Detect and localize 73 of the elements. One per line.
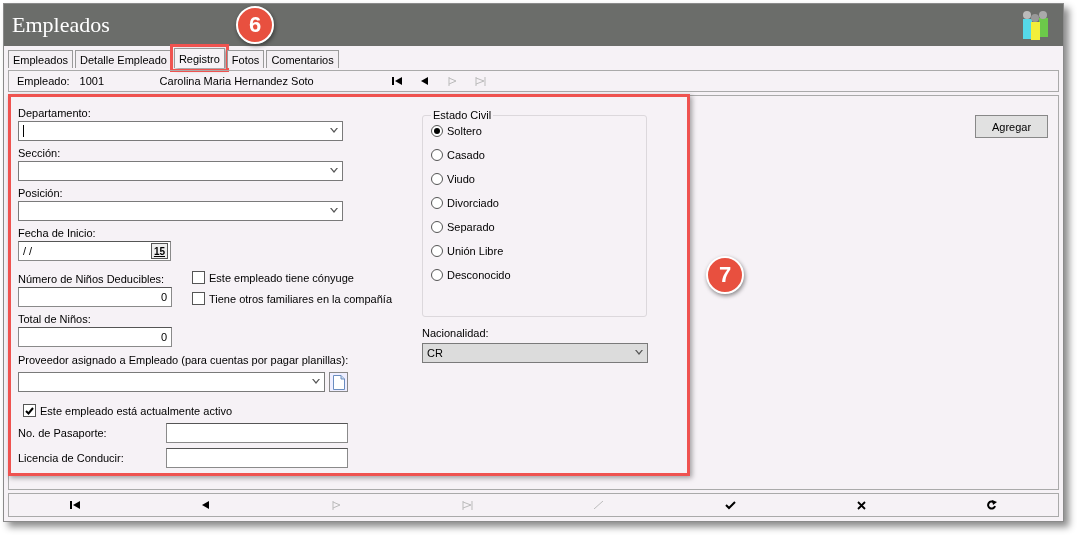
document-icon xyxy=(332,374,345,390)
radio-label: Casado xyxy=(447,149,485,161)
window-title: Empleados xyxy=(12,12,110,38)
dropdown-arrow-icon[interactable] xyxy=(635,350,643,356)
checkmark-icon xyxy=(724,500,736,510)
first-record-icon xyxy=(69,501,80,509)
radio-button[interactable] xyxy=(431,173,443,185)
text-cursor-icon xyxy=(23,125,25,137)
radio-label: Desconocido xyxy=(447,269,511,281)
radio-label: Soltero xyxy=(447,125,482,137)
radio-button[interactable] xyxy=(431,125,443,137)
checkbox[interactable] xyxy=(192,292,205,305)
section-dropdown[interactable] xyxy=(18,161,343,181)
next-record-icon xyxy=(332,500,342,510)
number-field[interactable]: 0 xyxy=(18,327,172,347)
position-dropdown[interactable] xyxy=(18,201,343,221)
department-dropdown[interactable] xyxy=(18,121,343,141)
radio-button[interactable] xyxy=(431,245,443,257)
checkbox[interactable] xyxy=(23,404,36,417)
employee-name: Carolina Maria Hernandez Soto xyxy=(159,75,315,87)
calendar-button[interactable]: 15 xyxy=(150,243,168,259)
close-icon xyxy=(856,500,866,510)
field-label: Posición: xyxy=(18,186,63,201)
previous-record-icon xyxy=(421,77,429,85)
tab[interactable]: Detalle Empleado xyxy=(75,50,172,68)
last-record-icon xyxy=(462,500,474,510)
people-icon xyxy=(1021,9,1051,41)
field-label: Nacionalidad: xyxy=(422,326,489,341)
new-document-button[interactable] xyxy=(329,372,348,392)
field-label: Licencia de Conducir: xyxy=(18,452,125,464)
employee-number: 1001 xyxy=(79,75,106,87)
pencil-icon xyxy=(594,501,605,509)
radio-button[interactable] xyxy=(431,197,443,209)
field-label: Proveedor asignado a Empleado (para cuentas por pagar planillas): xyxy=(18,353,349,368)
passport-field[interactable] xyxy=(166,423,348,443)
field-label: No. de Pasaporte: xyxy=(18,427,108,439)
field-label: Fecha de Inicio: xyxy=(18,226,96,241)
radio-label: Unión Libre xyxy=(447,245,504,257)
dropdown-arrow-icon[interactable] xyxy=(330,128,338,134)
radio-label: Divorciado xyxy=(447,197,499,209)
radio-label: Viudo xyxy=(447,173,475,185)
radio-button[interactable] xyxy=(431,269,443,281)
group-title: Estado Civil xyxy=(432,109,493,121)
license-field[interactable] xyxy=(166,448,348,468)
checkbox-label: Este empleado está actualmente activo xyxy=(40,404,232,417)
checkbox[interactable] xyxy=(192,271,205,284)
field-label: Número de Niños Deducibles: xyxy=(18,272,165,287)
field-label: Total de Niños: xyxy=(18,312,91,327)
last-record-icon xyxy=(475,76,487,86)
radio-button[interactable] xyxy=(431,149,443,161)
first-record-icon xyxy=(391,77,402,85)
nationality-dropdown[interactable]: CR xyxy=(422,343,648,363)
add-button[interactable]: Agregar xyxy=(975,115,1048,138)
number-field[interactable]: 0 xyxy=(18,287,172,307)
radio-button[interactable] xyxy=(431,221,443,233)
dropdown-arrow-icon[interactable] xyxy=(312,379,321,385)
redo-icon xyxy=(987,500,998,510)
dropdown-arrow-icon[interactable] xyxy=(330,168,338,174)
checkbox-label: Este empleado tiene cónyuge xyxy=(209,271,354,284)
dropdown-arrow-icon[interactable] xyxy=(330,208,338,214)
tab[interactable]: Fotos xyxy=(226,50,265,68)
callout-number: 7 xyxy=(706,256,744,294)
previous-record-icon xyxy=(202,501,210,509)
supplier-dropdown[interactable] xyxy=(18,372,326,392)
field-label: Departamento: xyxy=(18,106,91,121)
radio-label: Separado xyxy=(447,221,495,233)
employee-label: Empleado: xyxy=(17,75,70,87)
tab[interactable]: Comentarios xyxy=(266,50,339,68)
next-record-icon xyxy=(448,76,458,86)
date-field[interactable]: / / 15 xyxy=(18,241,171,261)
field-label: Sección: xyxy=(18,146,61,161)
tab[interactable]: Empleados xyxy=(8,50,74,68)
checkbox-label: Tiene otros familiares en la compañía xyxy=(209,292,392,305)
